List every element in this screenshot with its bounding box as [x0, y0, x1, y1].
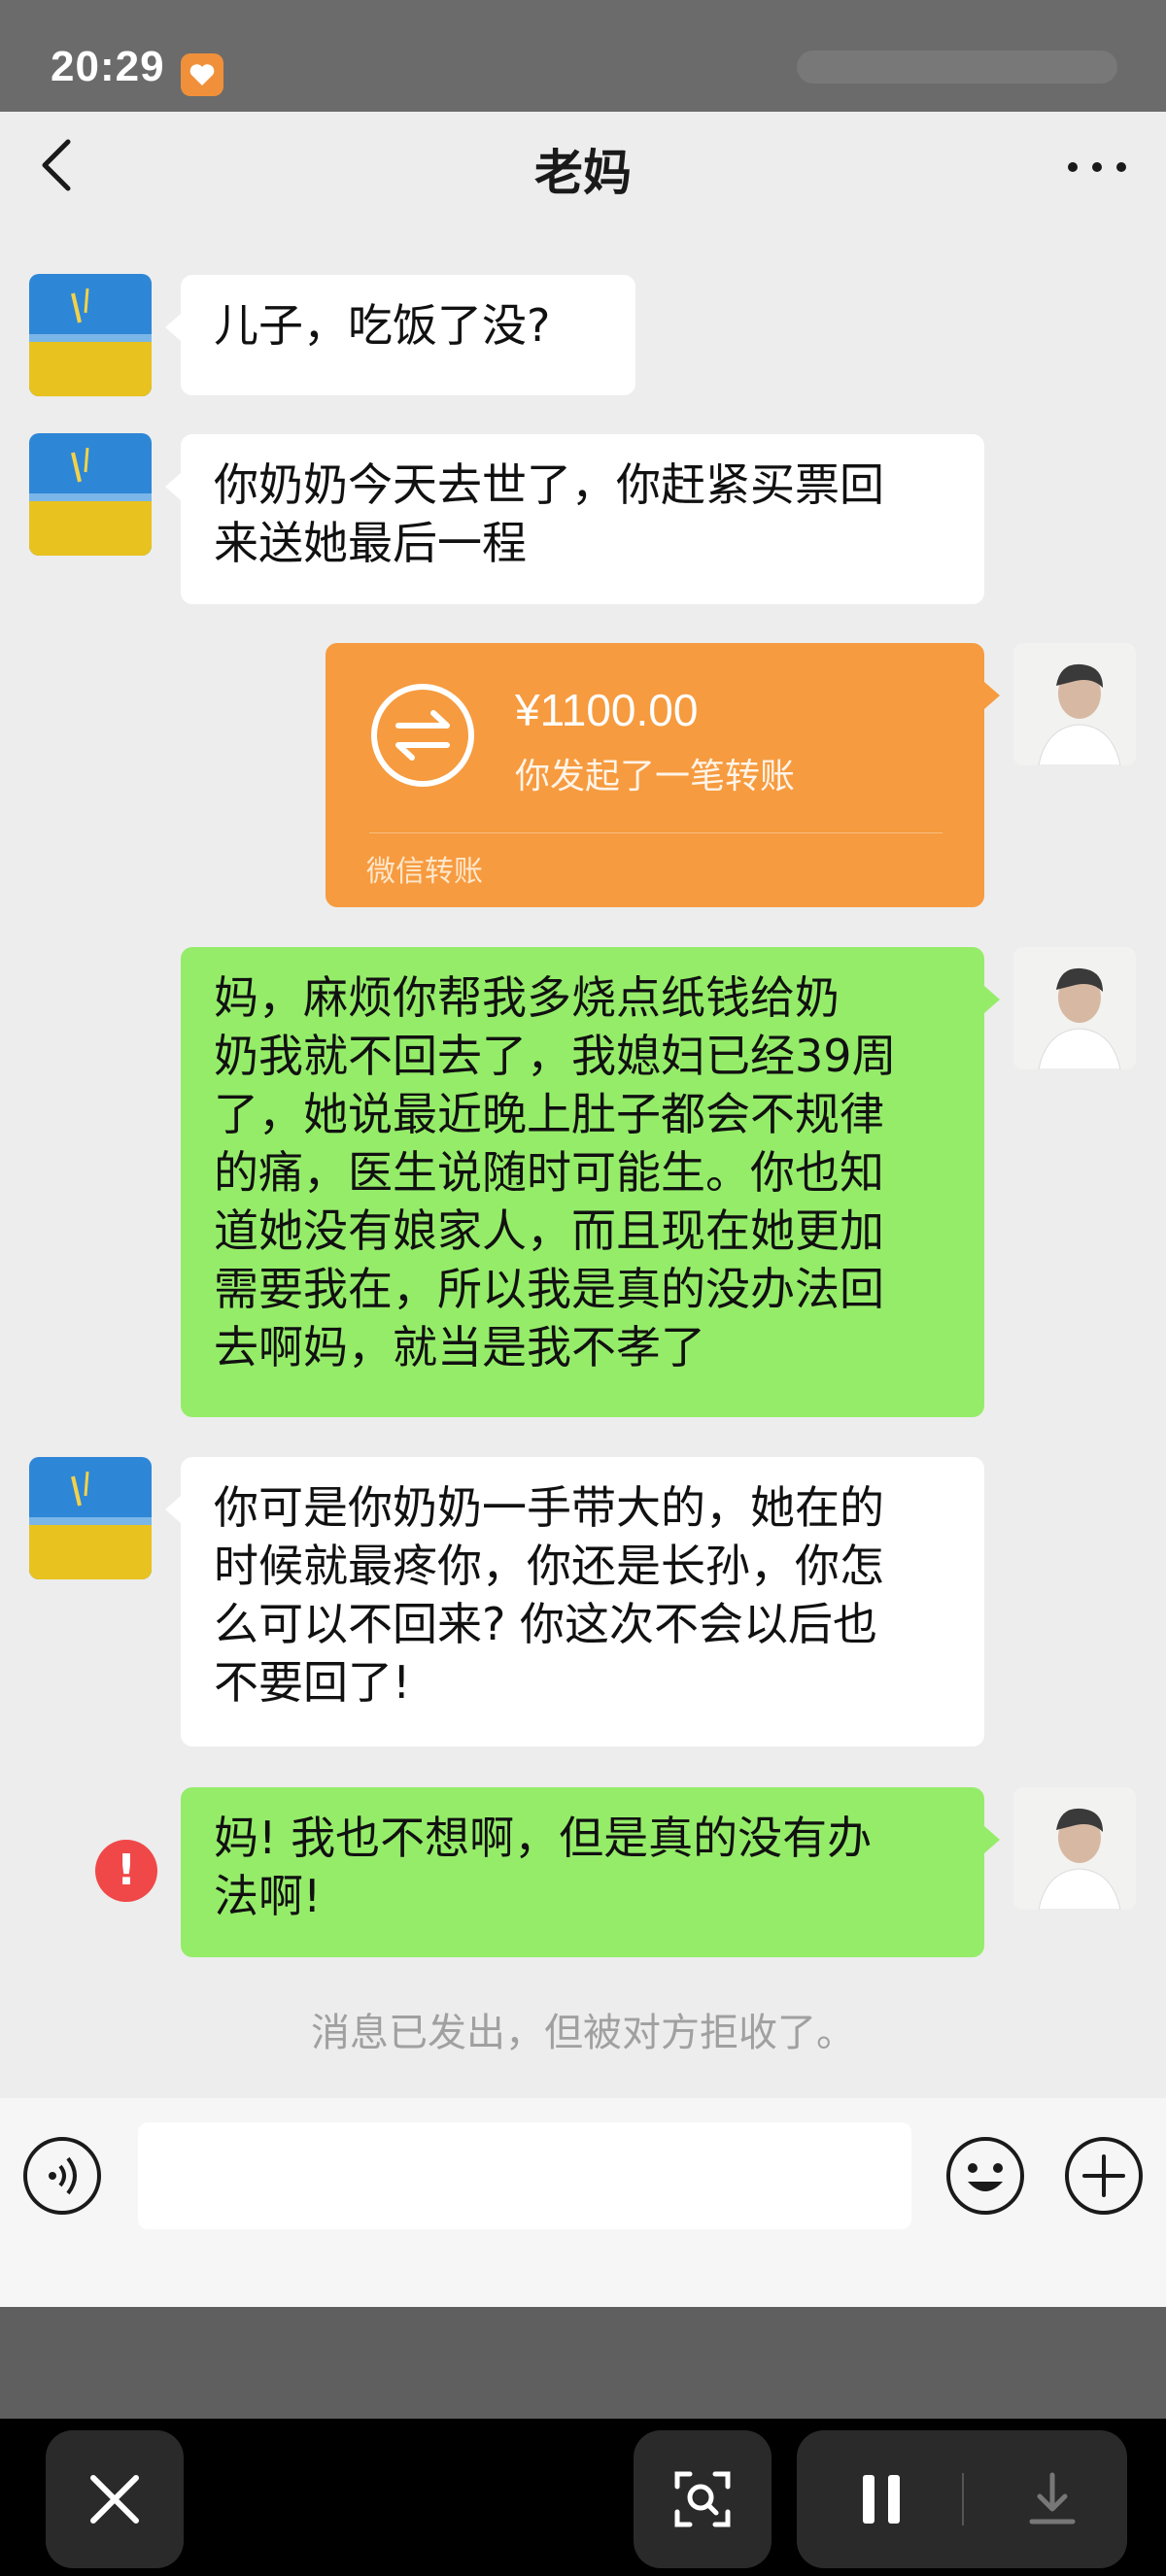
- message-bubble-incoming[interactable]: 儿子，吃饭了没?: [165, 275, 635, 395]
- plus-icon[interactable]: [1063, 2135, 1145, 2217]
- separator: [962, 2473, 964, 2525]
- close-icon[interactable]: [46, 2430, 184, 2568]
- download-icon[interactable]: [1018, 2465, 1086, 2533]
- gray-band: [0, 2307, 1166, 2419]
- my-avatar[interactable]: [1013, 947, 1136, 1069]
- message-bubble-outgoing[interactable]: 妈! 我也不想啊，但是真的没有办 法啊!: [181, 1787, 1000, 1957]
- mom-avatar[interactable]: [29, 274, 152, 396]
- mom-avatar[interactable]: [29, 433, 152, 556]
- transfer-footer: 微信转账: [366, 855, 483, 889]
- pause-icon[interactable]: [847, 2465, 915, 2533]
- transfer-card[interactable]: ¥1100.00 你发起了一笔转账 微信转账: [326, 643, 1000, 907]
- scan-icon[interactable]: [634, 2430, 772, 2568]
- my-avatar[interactable]: [1013, 1787, 1136, 1910]
- error-icon[interactable]: !: [95, 1840, 157, 1902]
- mom-avatar[interactable]: [29, 1457, 152, 1579]
- status-bar: 20:29: [0, 0, 1166, 112]
- status-icons: [797, 51, 1117, 84]
- transfer-description: 你发起了一笔转账: [515, 757, 796, 797]
- message-bubble-incoming[interactable]: 你可是你奶奶一手带大的，她在的 时候就最疼你，你还是长孙，你怎 么可以不回来? …: [165, 1457, 984, 1746]
- transfer-icon: [369, 682, 476, 789]
- message-bubble-incoming[interactable]: 你奶奶今天去世了，你赶紧买票回 来送她最后一程: [165, 434, 984, 604]
- transfer-divider: [369, 832, 943, 833]
- more-icon[interactable]: [1064, 146, 1132, 185]
- message-input[interactable]: [138, 2122, 911, 2229]
- status-time: 20:29: [51, 43, 165, 90]
- transfer-amount: ¥1100.00: [515, 685, 699, 735]
- system-message: 消息已发出，但被对方拒收了。: [311, 2011, 855, 2055]
- my-avatar[interactable]: [1013, 643, 1136, 765]
- message-bubble-outgoing[interactable]: 妈，麻烦你帮我多烧点纸钱给奶 奶我就不回去了，我媳妇已经39周 了，她说最近晚上…: [181, 947, 1000, 1417]
- chat-title: 老妈: [534, 145, 632, 201]
- voice-icon[interactable]: [21, 2135, 103, 2217]
- emoji-icon[interactable]: [944, 2135, 1026, 2217]
- heart-icon: [181, 53, 223, 96]
- pause-download-group: [797, 2430, 1127, 2568]
